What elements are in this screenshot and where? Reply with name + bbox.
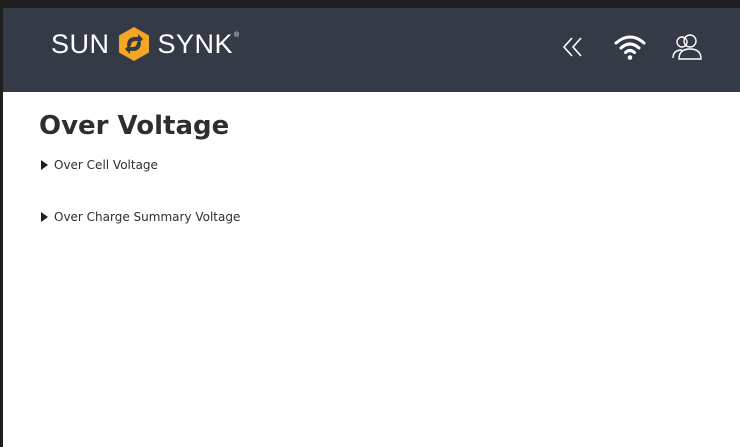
users-icon xyxy=(672,34,702,60)
wifi-icon xyxy=(614,35,646,60)
double-chevron-left-icon xyxy=(562,37,582,57)
user-button[interactable] xyxy=(670,30,704,64)
wifi-button[interactable] xyxy=(613,30,647,64)
logo-text-left: SUN xyxy=(51,28,110,59)
page-title: Over Voltage xyxy=(39,111,230,141)
list-item-label: Over Charge Summary Voltage xyxy=(54,210,241,224)
triangle-right-icon xyxy=(41,160,48,170)
app-window: SUN SYNK ® Over Voltage Over Cell Voltag… xyxy=(0,0,740,447)
logo-mark-icon xyxy=(118,27,149,61)
main-content: Over Voltage Over Cell Voltage Over Char… xyxy=(39,108,740,224)
list-item-over-cell-voltage[interactable]: Over Cell Voltage xyxy=(39,156,158,174)
list-item-label: Over Cell Voltage xyxy=(54,158,158,172)
back-button[interactable] xyxy=(556,30,590,64)
sunsynk-logo: SUN SYNK ® xyxy=(51,22,240,66)
list-item-over-charge-summary-voltage[interactable]: Over Charge Summary Voltage xyxy=(39,208,240,226)
top-header: SUN SYNK ® xyxy=(3,8,740,92)
registered-mark: ® xyxy=(234,32,240,39)
logo-text-right: SYNK xyxy=(157,28,234,59)
triangle-right-icon xyxy=(41,212,48,222)
